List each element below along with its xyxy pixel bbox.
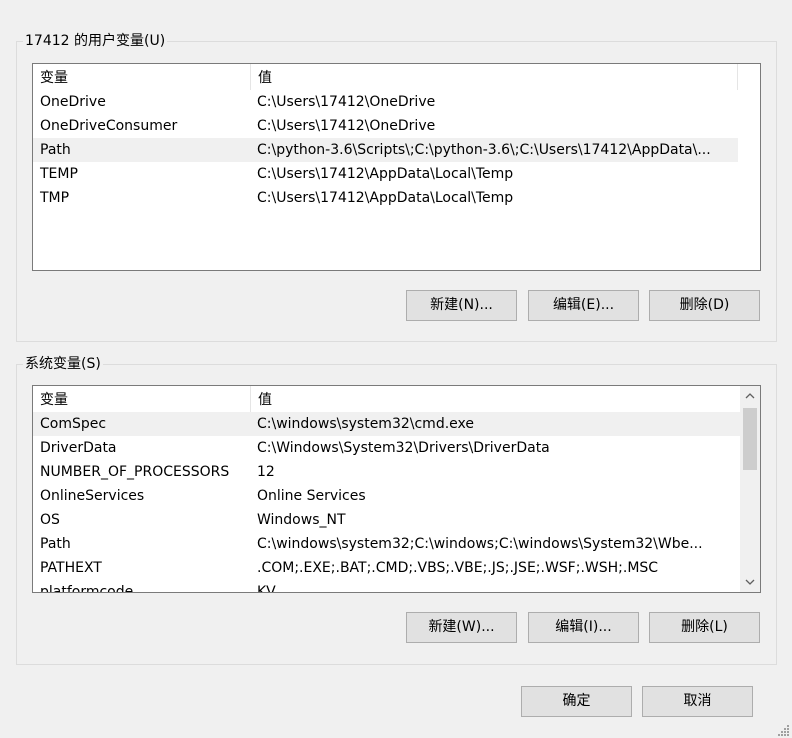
table-row-selected[interactable]: Path C:\python-3.6\Scripts\;C:\python-3.… [33,138,738,162]
table-row[interactable]: OneDriveConsumer C:\Users\17412\OneDrive [33,114,738,138]
column-header-value[interactable]: 值 [251,386,737,412]
variable-name: Path [40,142,71,158]
column-header-variable[interactable]: 变量 [33,64,250,90]
variable-name: NUMBER_OF_PROCESSORS [40,464,230,480]
system-variables-header: 变量 值 [33,386,760,412]
user-variables-title: 17412 的用户变量(U) [23,32,168,50]
scroll-down-arrow-icon[interactable] [740,572,760,592]
variable-value: KV [257,584,276,593]
system-delete-button[interactable]: 删除(L) [649,612,760,643]
table-row[interactable]: NUMBER_OF_PROCESSORS 12 [33,460,740,484]
variable-name: DriverData [40,440,117,456]
vertical-scrollbar[interactable] [740,386,760,592]
table-row[interactable]: OnlineServices Online Services [33,484,740,508]
environment-variables-dialog: 17412 的用户变量(U) 变量 值 OneDrive C:\Users\17… [0,0,792,738]
variable-name: ComSpec [40,416,107,432]
user-edit-button[interactable]: 编辑(E)... [528,290,639,321]
variable-name: OnlineServices [40,488,145,504]
column-header-value[interactable]: 值 [251,64,737,90]
variable-name: PATHEXT [40,560,102,576]
variable-name: OS [40,512,60,528]
user-variables-header: 变量 值 [33,64,760,90]
variable-value: 12 [257,464,275,480]
system-new-button[interactable]: 新建(W)... [406,612,517,643]
system-variables-title: 系统变量(S) [23,355,103,373]
table-row-selected[interactable]: ComSpec C:\windows\system32\cmd.exe [33,412,740,436]
scroll-up-arrow-icon[interactable] [740,386,760,406]
variable-value: C:\Users\17412\OneDrive [257,94,436,110]
variable-value: C:\windows\system32\cmd.exe [257,416,474,432]
variable-value: Windows_NT [257,512,346,528]
user-new-button[interactable]: 新建(N)... [406,290,517,321]
user-variables-rows: OneDrive C:\Users\17412\OneDrive OneDriv… [33,90,738,210]
variable-value: C:\Users\17412\AppData\Local\Temp [257,190,514,206]
variable-name: TMP [40,190,70,206]
variable-value: C:\python-3.6\Scripts\;C:\python-3.6\;C:… [257,142,711,158]
cancel-button[interactable]: 取消 [642,686,753,717]
table-row[interactable]: platformcode KV [33,580,740,593]
variable-value: C:\Windows\System32\Drivers\DriverData [257,440,550,456]
system-edit-button[interactable]: 编辑(I)... [528,612,639,643]
table-row[interactable]: Path C:\windows\system32;C:\windows;C:\w… [33,532,740,556]
variable-name: platformcode [40,584,134,593]
user-variables-list[interactable]: 变量 值 OneDrive C:\Users\17412\OneDrive On… [32,63,761,271]
scrollbar-thumb[interactable] [743,408,757,470]
variable-name: OneDriveConsumer [40,118,178,134]
user-delete-button[interactable]: 删除(D) [649,290,760,321]
variable-name: OneDrive [40,94,106,110]
variable-value: Online Services [257,488,366,504]
table-row[interactable]: DriverData C:\Windows\System32\Drivers\D… [33,436,740,460]
variable-value: C:\Users\17412\OneDrive [257,118,436,134]
variable-name: Path [40,536,71,552]
table-row[interactable]: OneDrive C:\Users\17412\OneDrive [33,90,738,114]
system-variables-list[interactable]: 变量 值 ComSpec C:\windows\system32\cmd.exe… [32,385,761,593]
table-row[interactable]: TMP C:\Users\17412\AppData\Local\Temp [33,186,738,210]
table-row[interactable]: TEMP C:\Users\17412\AppData\Local\Temp [33,162,738,186]
table-row[interactable]: OS Windows_NT [33,508,740,532]
system-variables-rows: ComSpec C:\windows\system32\cmd.exe Driv… [33,412,740,593]
variable-value: C:\windows\system32;C:\windows;C:\window… [257,536,703,552]
resize-grip-icon[interactable] [778,724,790,736]
variable-value: .COM;.EXE;.BAT;.CMD;.VBS;.VBE;.JS;.JSE;.… [257,560,659,576]
variable-name: TEMP [40,166,78,182]
column-header-variable[interactable]: 变量 [33,386,250,412]
ok-button[interactable]: 确定 [521,686,632,717]
column-divider[interactable] [737,64,738,90]
variable-value: C:\Users\17412\AppData\Local\Temp [257,166,514,182]
table-row[interactable]: PATHEXT .COM;.EXE;.BAT;.CMD;.VBS;.VBE;.J… [33,556,740,580]
